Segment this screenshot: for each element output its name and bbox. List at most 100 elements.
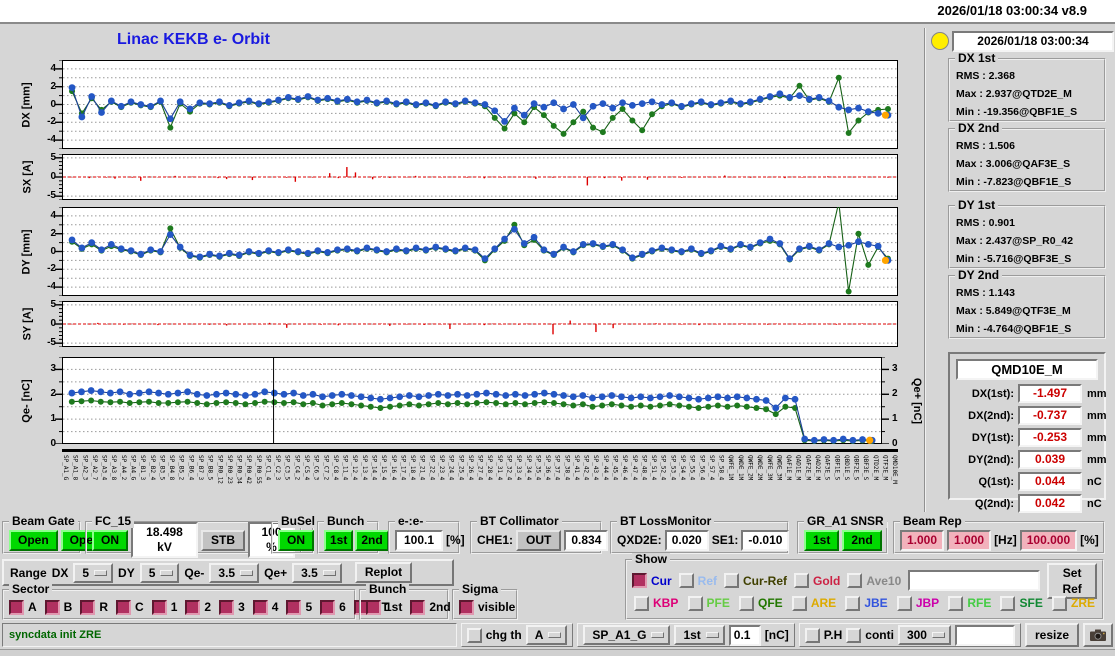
show-pfe-checkbox[interactable] [687,595,703,611]
xaxis-label: SP_R0_23 [225,455,233,484]
xaxis-label: SP_B7_3 [196,455,204,481]
sigma-visible-checkbox[interactable] [459,599,474,615]
show-cur-item: Cur [632,573,672,588]
bunch-2nd-item: 2nd [410,599,451,615]
xaxis-label: SP_C4_2 [293,455,301,481]
sector-4-checkbox[interactable] [252,599,268,615]
sector-5-checkbox[interactable] [286,599,302,615]
show-zre-label: ZRE [1070,596,1095,610]
conti-label: conti [865,628,894,642]
dropdown-handle-icon [931,632,945,638]
bunch-select[interactable]: 1st [674,625,725,645]
sector-6-checkbox[interactable] [320,599,336,615]
show-ref-checkbox[interactable] [678,573,694,588]
che1-out-button[interactable]: OUT [516,529,562,551]
gr-snsr-2nd-button[interactable]: 2nd [842,529,882,551]
replot-button[interactable]: Replot [354,562,413,583]
sector-3-checkbox[interactable] [219,599,235,615]
range-qep-select[interactable]: 3.5 [292,562,342,583]
chg-th-checkbox[interactable] [466,627,482,643]
sector-1-checkbox[interactable] [151,599,167,615]
sector-2-checkbox[interactable] [185,599,201,615]
beam-gate-group: Beam Gate Open Open [2,515,110,554]
bunch-2nd-button[interactable]: 2nd [355,529,389,551]
resize-button[interactable]: resize [1024,623,1079,647]
threshold-unit-label: [nC] [764,628,789,642]
show-jbe-checkbox[interactable] [845,595,861,611]
chg-th-select[interactable]: A [525,625,568,645]
xaxis-label: SP_R0_55 [254,455,262,484]
set-ref-button[interactable]: Set Ref [1047,562,1097,599]
show-ave10-checkbox[interactable] [847,573,863,588]
sp-select[interactable]: SP_A1_G [583,625,671,645]
stat-line: Max : 2.437@SP_R0_42 [956,235,1074,247]
sector-3-item: 3 [219,599,245,615]
show-gold-checkbox[interactable] [794,573,810,588]
show-group: Show Cur Ref Cur-Ref Gold Ave10 Set Ref KBP P… [625,553,1104,620]
xaxis-label: QTF3E_M [881,455,889,481]
count-select[interactable]: 300 [897,625,951,645]
show-rfe-checkbox[interactable] [948,595,964,611]
count-input[interactable] [954,624,1015,646]
sector-r-checkbox[interactable] [80,599,96,615]
sector-c-label: C [135,600,144,614]
show-sfe-checkbox[interactable] [1000,595,1016,611]
bunch-2nd-checkbox[interactable] [410,599,426,615]
sector-b-checkbox[interactable] [44,599,60,615]
dropdown-handle-icon [322,569,336,576]
sector-b-item: B [44,599,72,615]
show-ref-input[interactable] [908,570,1041,591]
xaxis-label: SP_51_4 [650,455,658,481]
show-zre-checkbox[interactable] [1051,595,1067,611]
beam-gate-open-1-button[interactable]: Open [9,529,58,551]
range-dy-label: DY [118,565,135,580]
xaxis-label: SP_24_4 [447,455,455,481]
sector-1-label: 1 [170,600,178,614]
busel-on-button[interactable]: ON [278,529,314,551]
show-cur-checkbox[interactable] [632,573,647,588]
sector-a-checkbox[interactable] [9,599,24,615]
range-dx-select[interactable]: 5 [73,562,114,583]
threshold-input[interactable] [728,624,761,646]
sigma-visible-item: visible [459,599,515,615]
stat-line: Max : 2.937@QTD2E_M [956,88,1072,100]
bt-collimator-group: BT Collimator CHE1: OUT 0.834 [470,515,609,554]
fc15-on-button[interactable]: ON [92,529,128,551]
ph-checkbox[interactable] [804,627,820,643]
show-kbp-checkbox[interactable] [634,595,649,611]
ph-label: P.H [823,628,843,642]
xaxis-label: SP_12_4 [351,455,359,481]
xaxis-label: SP_A3_4 [100,455,108,481]
sector-c-checkbox[interactable] [116,599,132,615]
monitor-row-label: Q(1st): [978,475,1014,488]
conti-checkbox[interactable] [846,627,862,643]
show-qfe-checkbox[interactable] [739,595,754,611]
xaxis-label: SP_A1_G [62,455,69,481]
bunch-2nd-label: 2nd [429,600,451,614]
sector-c-item: C [116,599,144,615]
range-qem-select[interactable]: 3.5 [209,562,260,583]
show-qfe-label: QFE [758,596,783,610]
xaxis-label: SP_11_4 [341,455,349,481]
fc15-stb-button[interactable]: STB [201,529,246,551]
bt-collimator-title: BT Collimator [477,515,562,528]
plot-dx [54,59,898,150]
xaxis-label: SP_44_4 [601,455,609,481]
gr-snsr-group: GR_A1 SNSR 1st 2nd [797,515,888,554]
show-are-checkbox[interactable] [791,595,807,611]
bunch-1st-checkbox[interactable] [366,599,381,615]
show-jbp-checkbox[interactable] [896,595,912,611]
screenshot-button[interactable] [1083,623,1113,647]
bunch-1st-button[interactable]: 1st [324,529,354,551]
count-select-value: 300 [906,628,927,642]
xaxis-label: SP_A4_2 [119,455,127,481]
xaxis-label: SP_43_4 [592,455,600,481]
gr-snsr-1st-button[interactable]: 1st [804,529,840,551]
show-are-item: ARE [791,595,836,611]
show-cur-ref-checkbox[interactable] [724,573,740,588]
dropdown-handle-icon [240,569,254,576]
xaxis-label: SP_B3_5 [158,455,166,481]
chg-th-value: A [534,628,544,642]
xaxis-label: SP_55_4 [688,455,696,481]
range-dy-select[interactable]: 5 [139,562,180,583]
